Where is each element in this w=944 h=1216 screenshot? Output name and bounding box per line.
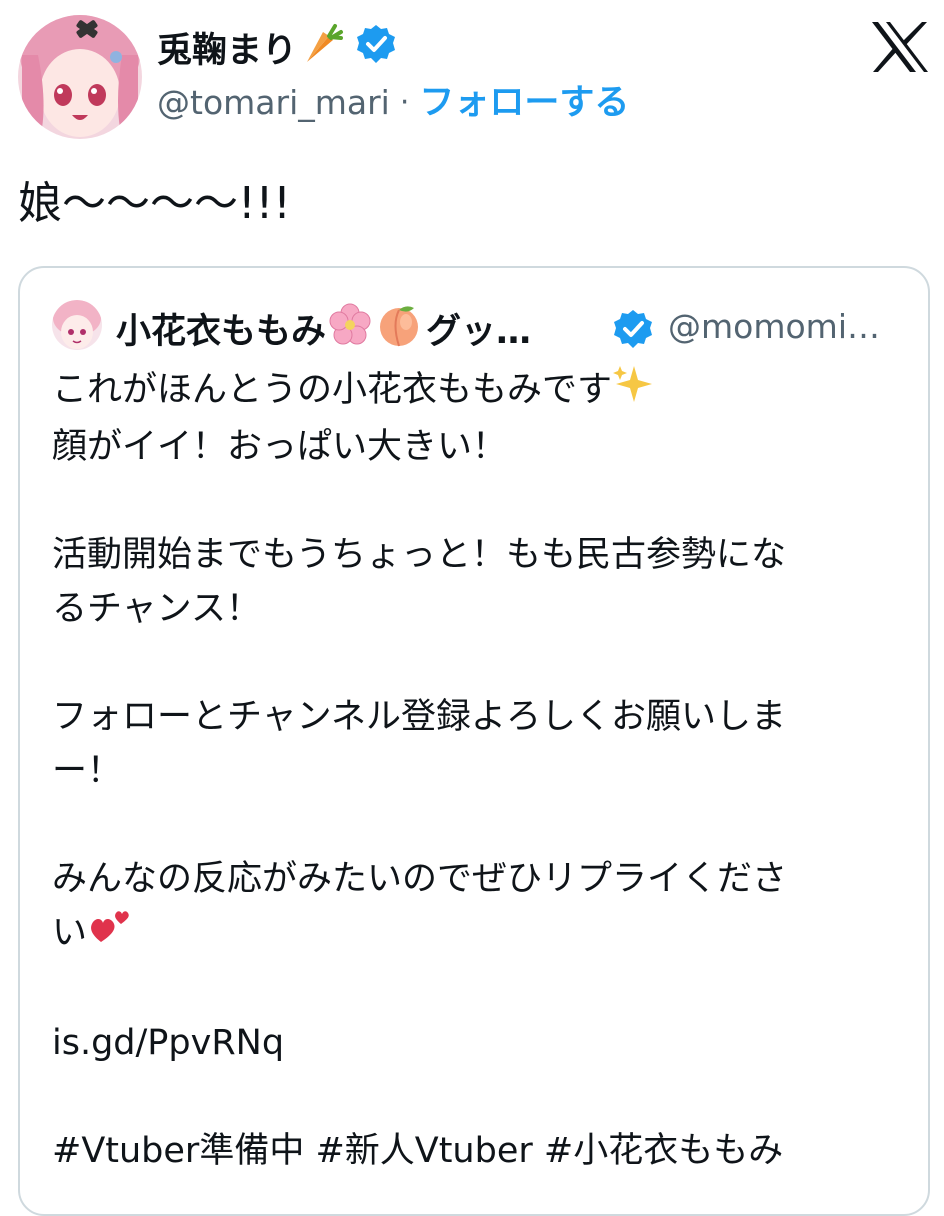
quoted-author-name-suffix[interactable]: グッ…	[426, 308, 531, 356]
quoted-verified-badge-icon	[612, 308, 654, 354]
quoted-tweet-body: これがほんとうの小花衣ももみです 顔がイイ！おっぱい大きい！ 活動開始までもうち…	[52, 362, 902, 1178]
quoted-author-name[interactable]: 小花衣ももみ	[116, 308, 326, 356]
quoted-text-line: 活動開始までもうちょっと！もも民古参勢にな	[52, 535, 786, 575]
x-logo-icon[interactable]	[870, 20, 930, 74]
quoted-hashtags[interactable]: #Vtuber準備中 #新人Vtuber #小花衣ももみ	[52, 1124, 902, 1178]
quoted-author-avatar[interactable]	[52, 300, 102, 350]
quoted-author-handle[interactable]: @momomi…	[668, 304, 880, 350]
quoted-text-segment: これがほんとうの小花衣ももみです	[52, 370, 613, 410]
quoted-text-line: みんなの反応がみたいのでぜひリプライくださ	[52, 859, 788, 899]
quoted-link[interactable]: is.gd/PpvRNq	[52, 1016, 902, 1070]
author-handle-row: @tomari_mari · フォローする	[157, 80, 629, 126]
quoted-text-line: るチャンス！	[52, 589, 261, 629]
two-hearts-icon	[87, 906, 131, 962]
quoted-avatar-illustration	[52, 300, 102, 350]
quoted-text-line: ー！	[52, 751, 123, 791]
cherry-blossom-icon	[328, 303, 372, 360]
quoted-author-name-row[interactable]: 小花衣ももみ グッ…	[116, 302, 531, 361]
author-handle[interactable]: @tomari_mari	[157, 80, 390, 126]
quoted-text-line: フォローとチャンネル登録よろしくお願いしま	[52, 697, 786, 737]
quoted-text-line: 顔がイイ！おっぱい大きい！	[52, 427, 508, 467]
quoted-text-line: これがほんとうの小花衣ももみです	[52, 362, 902, 420]
tweet-text: 娘〜〜〜〜!!!	[18, 178, 291, 229]
follow-button[interactable]: フォローする	[419, 80, 629, 126]
carrot-icon	[301, 22, 345, 79]
separator-dot: ·	[399, 85, 410, 120]
peach-icon	[376, 302, 422, 361]
author-name-row[interactable]: 兎鞠まり	[157, 22, 397, 79]
quoted-text-line: い	[52, 906, 902, 962]
author-avatar[interactable]	[18, 15, 142, 139]
quoted-text-segment: い	[52, 913, 88, 953]
verified-badge-icon	[355, 23, 397, 78]
author-name[interactable]: 兎鞠まり	[157, 27, 297, 75]
sparkles-icon	[612, 362, 654, 420]
avatar-illustration	[18, 15, 142, 139]
